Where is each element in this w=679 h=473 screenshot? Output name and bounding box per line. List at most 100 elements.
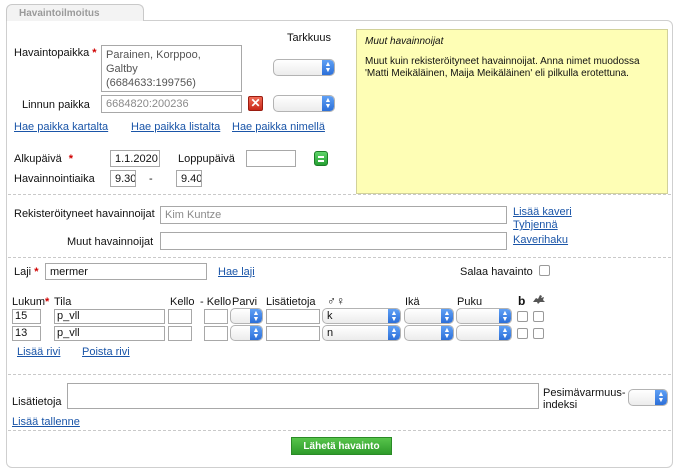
count-header-text: Lukum (12, 296, 46, 308)
divider (8, 374, 671, 375)
extra-info-label: Lisätietoja (12, 396, 62, 408)
species-input[interactable]: mermer (45, 263, 207, 280)
clear-observers-link[interactable]: Tyhjennä (513, 219, 558, 231)
extra-info-textarea[interactable] (67, 383, 539, 409)
select-arrows-icon: ▲ ▼ (499, 309, 511, 323)
select-arrows-icon: ▲ ▼ (250, 309, 262, 323)
start-date-label: Alkupäivä * (14, 153, 73, 165)
bird-location-label: Linnun paikka (22, 99, 90, 111)
col-count-header: Lukum* (12, 296, 49, 308)
breeding-icon: b (518, 294, 526, 308)
col-age-header: Ikä (405, 296, 420, 308)
registered-observers-input[interactable]: Kim Kuntze (160, 206, 507, 224)
hide-observation-label: Salaa havainto (460, 266, 533, 278)
search-species-link[interactable]: Hae laji (218, 266, 255, 278)
required-marker: * (92, 47, 97, 59)
tab-havaintoilmoitus[interactable]: Havaintoilmoitus (6, 4, 144, 21)
species-label: Laji * (14, 266, 38, 278)
start-date-label-text: Alkupäivä (14, 153, 62, 165)
location-label-text: Havaintopaikka (14, 47, 90, 59)
help-text: Muut kuin rekisteröityneet havainnoijat.… (365, 56, 640, 79)
location-line-2: Galtby (106, 63, 138, 75)
submit-observation-button[interactable]: Lähetä havainto (291, 437, 392, 455)
select-arrows-icon: ▲ ▼ (250, 326, 262, 340)
row1-clock-to-input[interactable] (204, 309, 228, 324)
col-clock-to-header: - Kello (200, 296, 232, 308)
hide-observation-checkbox[interactable] (539, 265, 550, 276)
location-line-3: (6684633:199756) (106, 77, 196, 89)
close-icon: ✕ (250, 96, 261, 110)
row2-flock-select[interactable]: ▲ ▼ (230, 325, 263, 341)
row2-plumage-select[interactable]: ▲ ▼ (456, 325, 512, 341)
row1-breeding-checkbox[interactable] (517, 311, 528, 322)
required-marker: * (34, 266, 39, 278)
equals-icon (318, 156, 324, 158)
find-location-name-link[interactable]: Hae paikka nimellä (232, 121, 325, 133)
row2-state-input[interactable]: p_vll (54, 326, 165, 341)
location-textarea[interactable]: Parainen, Korppoo, Galtby (6684633:19975… (101, 45, 242, 92)
breeding-index-label-line-2: indeksi (543, 399, 578, 411)
row2-extra-input[interactable] (266, 326, 320, 341)
time-start-input[interactable]: 9.30 (110, 170, 136, 187)
row2-clock-to-input[interactable] (204, 326, 228, 341)
remove-row-link[interactable]: Poista rivi (82, 346, 130, 358)
divider (8, 257, 671, 258)
time-dash: - (149, 173, 153, 185)
breeding-index-select[interactable]: ▲ ▼ (628, 389, 668, 406)
species-label-text: Laji (14, 266, 32, 278)
bird-accuracy-select[interactable]: ▲ ▼ (273, 95, 335, 112)
add-row-link[interactable]: Lisää rivi (17, 346, 60, 358)
row2-sex-value: n (327, 327, 334, 339)
breeding-index-label: Pesimävarmuus- indeksi (543, 387, 626, 411)
accuracy-label: Tarkkuus (287, 32, 332, 44)
find-location-list-link[interactable]: Hae paikka listalta (131, 121, 220, 133)
row2-age-select[interactable]: ▲ ▼ (404, 325, 454, 341)
clear-location-button[interactable]: ✕ (248, 96, 263, 111)
add-record-link[interactable]: Lisää tallenne (12, 416, 80, 428)
select-arrows-icon: ▲ ▼ (499, 326, 511, 340)
row1-extra-input[interactable] (266, 309, 320, 324)
row1-sex-value: k (327, 310, 333, 322)
add-friend-link[interactable]: Lisää kaveri (513, 206, 572, 218)
row1-sex-select[interactable]: k ▲ ▼ (322, 308, 401, 324)
friend-search-link[interactable]: Kaverihaku (513, 234, 568, 246)
divider (8, 430, 671, 431)
time-end-input[interactable]: 9.40 (176, 170, 202, 187)
bird-icon (532, 293, 546, 305)
row2-bird-checkbox[interactable] (533, 328, 544, 339)
select-arrows-icon: ▲ ▼ (388, 326, 400, 340)
row1-state-input[interactable]: p_vll (54, 309, 165, 324)
row1-plumage-select[interactable]: ▲ ▼ (456, 308, 512, 324)
row1-bird-checkbox[interactable] (533, 311, 544, 322)
location-line-1: Parainen, Korppoo, (106, 49, 201, 61)
bird-location-input[interactable]: 6684820:200236 (101, 95, 242, 113)
copy-date-button[interactable] (314, 151, 328, 166)
registered-observers-label: Rekisteröityneet havainnoijat (14, 208, 155, 220)
row1-count-input[interactable]: 15 (12, 309, 41, 324)
row2-clock-input[interactable] (168, 326, 192, 341)
row1-age-select[interactable]: ▲ ▼ (404, 308, 454, 324)
other-observers-help: Muut havainnoijat Muut kuin rekisteröity… (356, 29, 668, 194)
other-observers-input[interactable] (160, 232, 507, 250)
row1-clock-input[interactable] (168, 309, 192, 324)
row2-breeding-checkbox[interactable] (517, 328, 528, 339)
select-arrows-icon: ▲ ▼ (322, 60, 334, 75)
select-arrows-icon: ▲ ▼ (388, 309, 400, 323)
accuracy-select[interactable]: ▲ ▼ (273, 59, 335, 76)
select-arrows-icon: ▲ ▼ (322, 96, 334, 111)
end-date-label: Loppupäivä (178, 153, 235, 165)
col-extra-header: Lisätietoja (266, 296, 316, 308)
col-flock-header: Parvi (232, 296, 258, 308)
sex-icon: ♂♀ (327, 294, 345, 308)
start-date-input[interactable]: 1.1.2020 (110, 150, 160, 167)
required-marker: * (68, 153, 74, 165)
required-marker: * (45, 296, 50, 308)
end-date-input[interactable] (246, 150, 296, 167)
row2-sex-select[interactable]: n ▲ ▼ (322, 325, 401, 341)
row1-flock-select[interactable]: ▲ ▼ (230, 308, 263, 324)
col-clock-header: Kello (170, 296, 195, 308)
row2-count-input[interactable]: 13 (12, 326, 41, 341)
other-observers-label: Muut havainnoijat (67, 236, 154, 248)
select-arrows-icon: ▲ ▼ (441, 326, 453, 340)
find-location-map-link[interactable]: Hae paikka kartalta (14, 121, 108, 133)
